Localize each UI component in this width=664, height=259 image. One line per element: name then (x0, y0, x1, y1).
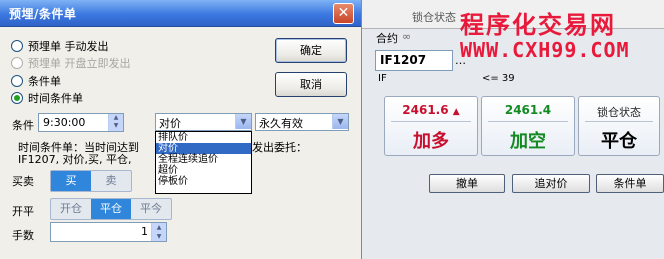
validity-value: 永久有效 (259, 117, 303, 130)
sell-short-label: 加空 (510, 131, 546, 152)
chevron-down-icon[interactable]: ▼ (332, 114, 348, 129)
limit-text: <= 39 (482, 73, 515, 84)
quantity-stepper[interactable]: 1 ▲ ▼ (50, 222, 167, 242)
quantity-label: 手数 (12, 229, 34, 242)
contract-input[interactable]: IF1207 (375, 50, 453, 71)
close-button[interactable]: ✕ (333, 3, 354, 24)
side-label: 买卖 (12, 175, 34, 188)
radio-icon[interactable] (11, 40, 23, 52)
openclose-label: 开平 (12, 205, 34, 218)
option-conditional[interactable]: 条件单 (11, 73, 61, 89)
dialog-title: 预埋/条件单 (9, 7, 77, 21)
price-type-select[interactable]: 对价 ▼ (155, 113, 252, 131)
close-option[interactable]: 平仓 (91, 199, 131, 219)
sell-short-box[interactable]: 2461.4 加空 (481, 96, 575, 156)
open-option[interactable]: 开仓 (51, 199, 91, 219)
chase-price-button[interactable]: 追对价 (512, 174, 590, 193)
close-today-option[interactable]: 平今 (131, 199, 171, 219)
radio-icon (11, 57, 23, 69)
price-type-value: 对价 (159, 117, 181, 130)
cancel-button[interactable]: 取消 (275, 72, 347, 97)
option-label: 预埋单 开盘立即发出 (28, 57, 131, 70)
price-type-dropdown[interactable]: 排队价 对价 全程连续追价 超价 停板价 (155, 131, 252, 194)
openclose-toggle[interactable]: 开仓 平仓 平今 (50, 198, 172, 220)
sell-price: 2461.4 (504, 103, 552, 117)
option-open-preset: 预埋单 开盘立即发出 (11, 55, 131, 71)
buy-long-label: 加多 (413, 131, 449, 152)
time-input[interactable]: 9:30:00 ▲ ▼ (38, 113, 124, 132)
quantity-spinner[interactable]: ▲ ▼ (151, 223, 166, 241)
sell-option[interactable]: 卖 (91, 171, 131, 191)
contract-value: IF1207 (380, 53, 427, 67)
buy-long-box[interactable]: 2461.6 ▲ 加多 (384, 96, 478, 156)
validity-select[interactable]: 永久有效 ▼ (255, 113, 349, 131)
option-label: 时间条件单 (28, 92, 83, 105)
dropdown-item[interactable]: 排队价 (156, 132, 251, 143)
option-manual-preset[interactable]: 预埋单 手动发出 (11, 38, 109, 54)
side-toggle[interactable]: 买 卖 (50, 170, 132, 192)
quantity-value: 1 (141, 225, 148, 238)
confirm-button[interactable]: 确定 (275, 38, 347, 63)
lock-status-label: 平仓 (601, 131, 637, 152)
description-suffix: 发出委托： (252, 141, 307, 154)
description-line-2: IF1207, 对价,买, 平仓, (18, 153, 132, 166)
time-spinner[interactable]: ▲ ▼ (108, 114, 123, 131)
condition-label: 条件 (12, 119, 34, 132)
contract-short: IF (378, 73, 387, 84)
cancel-order-button[interactable]: 撤单 (429, 174, 505, 193)
dropdown-item-selected[interactable]: 对价 (156, 143, 251, 154)
dropdown-item[interactable]: 停板价 (156, 176, 251, 187)
chevron-down-icon[interactable]: ▼ (235, 114, 251, 129)
lock-status-box[interactable]: 锁仓状态 平仓 (578, 96, 660, 156)
buy-price: 2461.6 (402, 103, 449, 117)
option-label: 预埋单 手动发出 (28, 40, 109, 53)
contract-label: 合约 (376, 32, 398, 45)
watermark-title: 程序化交易网 (460, 10, 616, 39)
option-time-conditional[interactable]: 时间条件单 (11, 90, 83, 106)
dropdown-item[interactable]: 超价 (156, 165, 251, 176)
conditional-order-button[interactable]: 条件单 (596, 174, 664, 193)
up-arrow-icon: ▲ (452, 107, 460, 117)
option-label: 条件单 (28, 75, 61, 88)
link-icon: ∞ (402, 30, 412, 43)
buy-option[interactable]: 买 (51, 171, 91, 191)
watermark-url: WWW.CXH99.COM (460, 38, 630, 62)
lock-status-title: 锁仓状态 (597, 106, 641, 119)
radio-icon[interactable] (11, 75, 23, 87)
dropdown-item[interactable]: 全程连续追价 (156, 154, 251, 165)
panel-header-label: 锁仓状态 (412, 11, 456, 24)
time-value: 9:30:00 (43, 116, 86, 129)
radio-selected-icon[interactable] (11, 92, 23, 104)
